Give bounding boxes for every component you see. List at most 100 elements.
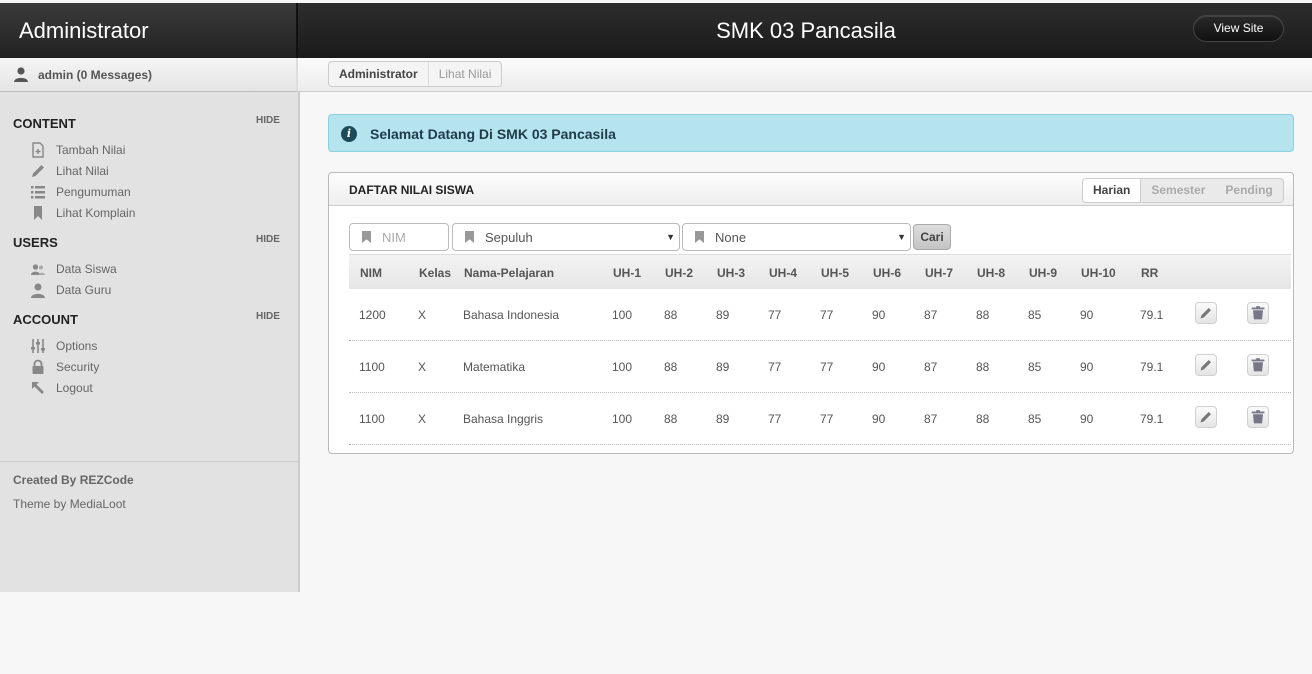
chevron-down-icon: ▼ bbox=[897, 232, 906, 242]
table-cell: 100 bbox=[612, 308, 633, 322]
column-header: UH-1 bbox=[613, 266, 642, 280]
table-cell: 77 bbox=[820, 412, 834, 426]
sidebar-item-label: Data Siswa bbox=[56, 262, 117, 276]
table-cell: 100 bbox=[612, 412, 633, 426]
table-header: NIM Kelas Nama-Pelajaran UH-1 UH-2 UH-3 … bbox=[349, 254, 1291, 289]
table-cell: 89 bbox=[716, 412, 730, 426]
column-header: UH-10 bbox=[1081, 266, 1116, 280]
table-cell: 85 bbox=[1028, 412, 1042, 426]
sidebar-item-logout[interactable]: Logout bbox=[30, 379, 93, 397]
table-cell: 87 bbox=[924, 412, 938, 426]
table-row: 1100 X Bahasa Inggris 100 88 89 77 77 90 87 88 85 90… bbox=[349, 393, 1291, 445]
column-header: Nama-Pelajaran bbox=[464, 266, 555, 280]
delete-button[interactable] bbox=[1247, 302, 1269, 324]
table-cell: 90 bbox=[872, 412, 886, 426]
hide-account-toggle[interactable]: HIDE bbox=[256, 311, 280, 322]
lock-icon bbox=[32, 359, 44, 374]
edit-icon bbox=[1200, 308, 1211, 319]
chevron-down-icon: ▼ bbox=[666, 232, 675, 242]
column-header: RR bbox=[1141, 266, 1159, 280]
tab-pending[interactable]: Pending bbox=[1215, 179, 1282, 202]
user-messages-link[interactable]: admin (0 Messages) bbox=[38, 68, 152, 82]
edit-button[interactable] bbox=[1195, 302, 1217, 324]
tab-semester[interactable]: Semester bbox=[1141, 179, 1215, 202]
user-icon bbox=[31, 283, 45, 298]
edit-icon bbox=[1200, 360, 1211, 371]
pencil-icon bbox=[32, 165, 44, 177]
brand-title: Administrator bbox=[0, 3, 298, 58]
sidebar-item-label: Lihat Komplain bbox=[56, 206, 136, 220]
edit-icon bbox=[1200, 412, 1211, 423]
column-header: Kelas bbox=[419, 266, 452, 280]
site-title: SMK 03 Pancasila bbox=[716, 18, 896, 43]
table-cell: 77 bbox=[820, 360, 834, 374]
bookmark-icon bbox=[465, 231, 474, 243]
table-cell: 85 bbox=[1028, 360, 1042, 374]
table-cell: 100 bbox=[612, 360, 633, 374]
sidebar-item-data-siswa[interactable]: Data Siswa bbox=[30, 260, 117, 278]
trash-icon bbox=[1251, 358, 1265, 372]
table-cell: 90 bbox=[1080, 360, 1094, 374]
users-icon bbox=[31, 264, 45, 275]
logout-arrow-icon bbox=[32, 382, 44, 394]
table-cell: Matematika bbox=[463, 360, 526, 374]
kelas-select-value: Sepuluh bbox=[485, 229, 533, 245]
welcome-alert: i Selamat Datang Di SMK 03 Pancasila bbox=[328, 114, 1294, 152]
table-cell: 89 bbox=[716, 360, 730, 374]
table-cell: 90 bbox=[872, 308, 886, 322]
list-icon bbox=[31, 186, 45, 199]
hide-users-toggle[interactable]: HIDE bbox=[256, 234, 280, 245]
user-bar: admin (0 Messages) bbox=[0, 58, 298, 92]
sidebar-item-label: Tambah Nilai bbox=[56, 143, 126, 157]
edit-button[interactable] bbox=[1195, 354, 1217, 376]
hide-content-toggle[interactable]: HIDE bbox=[256, 115, 280, 126]
column-header: UH-4 bbox=[769, 266, 798, 280]
sidebar-item-pengumuman[interactable]: Pengumuman bbox=[30, 183, 131, 201]
edit-button[interactable] bbox=[1195, 406, 1217, 428]
theme-credit-text: Theme by MediaLoot bbox=[13, 497, 126, 511]
sidebar-item-tambah-nilai[interactable]: Tambah Nilai bbox=[30, 141, 125, 159]
tab-harian[interactable]: Harian bbox=[1083, 179, 1142, 202]
sidebar-item-label: Security bbox=[56, 360, 100, 374]
table-cell: 79.1 bbox=[1140, 412, 1164, 426]
table-cell: Bahasa Indonesia bbox=[463, 308, 560, 322]
table-cell: 88 bbox=[976, 412, 990, 426]
breadcrumb-administrator[interactable]: Administrator bbox=[329, 62, 429, 86]
sidebar-item-options[interactable]: Options bbox=[30, 337, 97, 355]
sidebar-item-security[interactable]: Security bbox=[30, 358, 99, 376]
table-row: 1100 X Matematika 100 88 89 77 77 90 87 88 85 90 79.1 bbox=[349, 341, 1291, 393]
sidebar-item-lihat-nilai[interactable]: Lihat Nilai bbox=[30, 162, 109, 180]
view-site-button[interactable]: View Site bbox=[1193, 15, 1284, 42]
table-cell: 90 bbox=[872, 360, 886, 374]
table-cell: 77 bbox=[768, 308, 782, 322]
delete-button[interactable] bbox=[1247, 354, 1269, 376]
sidebar-item-label: Logout bbox=[56, 381, 93, 395]
column-header: UH-3 bbox=[717, 266, 746, 280]
column-header: UH-9 bbox=[1029, 266, 1058, 280]
delete-button[interactable] bbox=[1247, 406, 1269, 428]
kelas-select[interactable]: Sepuluh ▼ bbox=[452, 223, 680, 251]
table-cell: 79.1 bbox=[1140, 308, 1164, 322]
sidebar-item-lihat-komplain[interactable]: Lihat Komplain bbox=[30, 204, 135, 222]
table-cell: 79.1 bbox=[1140, 360, 1164, 374]
pelajaran-select[interactable]: None ▼ bbox=[682, 223, 911, 251]
search-button[interactable]: Cari bbox=[913, 224, 951, 250]
table-cell: 89 bbox=[716, 308, 730, 322]
sidebar-item-label: Options bbox=[56, 339, 98, 353]
section-title-account: ACCOUNT bbox=[13, 312, 78, 327]
nim-input[interactable]: NIM bbox=[349, 223, 449, 251]
nim-placeholder: NIM bbox=[382, 229, 406, 245]
sidebar-item-data-guru[interactable]: Data Guru bbox=[30, 281, 111, 299]
table-cell: 87 bbox=[924, 360, 938, 374]
trash-icon bbox=[1251, 306, 1265, 320]
table-cell: 88 bbox=[976, 360, 990, 374]
table-cell: 88 bbox=[664, 308, 678, 322]
secondary-bar: admin (0 Messages) Administrator Lihat N… bbox=[0, 58, 1312, 92]
sliders-icon bbox=[31, 339, 45, 353]
column-header: NIM bbox=[360, 266, 382, 280]
table-cell: X bbox=[418, 308, 427, 322]
column-header: UH-5 bbox=[821, 266, 850, 280]
sidebar: CONTENT HIDE Tambah Nilai Lihat Nilai Pe… bbox=[0, 92, 300, 592]
column-header: UH-2 bbox=[665, 266, 694, 280]
module-title: DAFTAR NILAI SISWA bbox=[349, 183, 475, 197]
